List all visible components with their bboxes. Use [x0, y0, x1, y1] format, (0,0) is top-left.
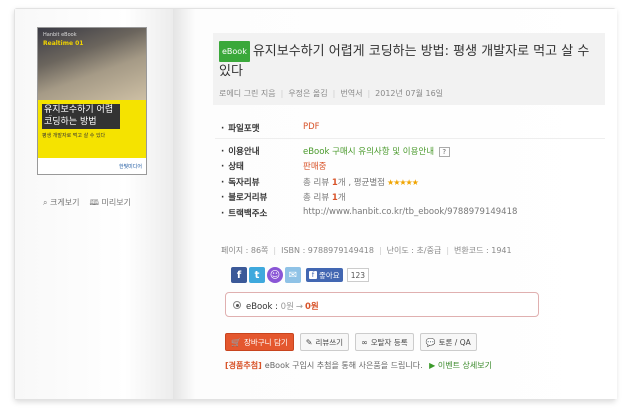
book-specs: 페이지 : 86쪽 | ISBN : 9788979149418 | 난이도 : 초/중… [221, 246, 512, 255]
facebook-f-icon: f [309, 271, 317, 279]
errata-button[interactable]: ∞ 오탈자 등록 [355, 333, 414, 351]
spec-isbn: ISBN : 9788979149418 [281, 246, 374, 255]
file-format-label: 파일포맷 [221, 122, 259, 134]
event-detail-link[interactable]: ▶ 이벤트 상세보기 [429, 361, 492, 370]
cover-series-small: Hanbit eBook [43, 32, 77, 38]
event-text: eBook 구입시 추첨을 통해 사은품을 드립니다. [264, 361, 423, 370]
help-icon[interactable]: ? [438, 146, 450, 157]
row-usage: 이용안내 eBook 구매시 유의사항 및 이용안내 ? [221, 142, 605, 158]
file-format-value: PDF [303, 122, 320, 132]
enlarge-label: 크게보기 [50, 198, 80, 207]
publish-date: 2012년 07월 16일 [375, 89, 444, 98]
me2day-icon[interactable]: ☺ [267, 267, 283, 283]
errata-label: 오탈자 등록 [370, 337, 408, 347]
reader-review-label: 독자리뷰 [221, 176, 259, 188]
book-cover-image[interactable]: Hanbit eBook Realtime 01 유지보수하기 어렵게 코딩하는… [37, 27, 147, 175]
price-option[interactable]: eBook : 0원 → 0원 [225, 292, 539, 317]
facebook-like-button[interactable]: f 좋아요 [306, 268, 343, 282]
event-link-label: 이벤트 상세보기 [437, 361, 492, 370]
divider [215, 137, 605, 139]
spec-pages: 페이지 : 86쪽 [221, 246, 269, 255]
ebook-badge: eBook [219, 41, 250, 62]
info-table: 파일포맷 PDF 이용안내 eBook 구매시 유의사항 및 이용안내 ? 상태… [215, 119, 605, 220]
magnifier-icon: ⌕ [43, 198, 48, 207]
cover-photo [38, 28, 146, 100]
usage-value: eBook 구매시 유의사항 및 이용안내 ? [303, 145, 450, 157]
cover-subtitle: 평생 개발자로 먹고 살 수 있다 [42, 133, 106, 139]
product-meta: 로에디 그린 지음 | 우정은 옮김 | 번역서 | 2012년 07월 16일 [219, 89, 444, 98]
review-label: 리뷰쓰기 [315, 337, 344, 347]
status-label: 상태 [221, 160, 244, 172]
trackback-label: 트랙백주소 [221, 207, 267, 219]
facebook-icon[interactable]: f [231, 267, 247, 283]
enlarge-link[interactable]: ⌕ 크게보기 [43, 197, 79, 211]
like-label: 좋아요 [319, 270, 340, 280]
row-reader-review: 독자리뷰 총 리뷰 1개 , 평균별점★★★★★ [221, 173, 605, 189]
glasses-icon: ∞ [361, 337, 368, 347]
cart-icon: 🛒 [231, 337, 241, 347]
like-count: 123 [346, 268, 370, 282]
cover-series-name: Realtime 01 [43, 40, 84, 47]
event-banner: [경품추첨] eBook 구입시 추첨을 통해 사은품을 드립니다. ▶ 이벤트 … [225, 360, 492, 371]
twitter-icon[interactable]: t [249, 267, 265, 283]
discuss-label: 토론 / QA [438, 337, 471, 347]
play-arrow-icon: ▶ [429, 361, 436, 370]
price-text: eBook : 0원 → 0원 [246, 300, 319, 312]
status-value: 판매중 [303, 162, 327, 172]
row-file-format: 파일포맷 PDF [221, 119, 605, 135]
usage-link[interactable]: eBook 구매시 유의사항 및 이용안내 [303, 147, 434, 157]
price-original: 0원 [280, 302, 294, 312]
blog-review-value[interactable]: 총 리뷰 1개 [303, 191, 346, 203]
price-label: eBook : [246, 302, 278, 312]
book-frame: Hanbit eBook Realtime 01 유지보수하기 어렵게 코딩하는… [14, 8, 617, 400]
trackback-url[interactable]: http://www.hanbit.co.kr/tb_ebook/9788979… [303, 207, 517, 217]
product-title: 유지보수하기 어렵게 코딩하는 방법: 평생 개발자로 먹고 살 수 있다 [219, 44, 590, 79]
price-final: 0원 [305, 302, 319, 312]
blog-review-suffix: 개 [337, 193, 346, 203]
spec-level: 난이도 : 초/중급 [386, 246, 442, 255]
title-box: eBook 유지보수하기 어렵게 코딩하는 방법: 평생 개발자로 먹고 살 수 … [213, 33, 605, 105]
cover-title-line2: 코딩하는 방법 [42, 116, 120, 129]
blog-review-prefix: 총 리뷰 [303, 193, 330, 203]
social-share-bar: f t ☺ ✉ f 좋아요 123 [231, 266, 370, 284]
author[interactable]: 로에디 그린 지음 [219, 89, 276, 98]
price-arrow: → [295, 302, 304, 312]
cart-label: 장바구니 담기 [243, 337, 288, 347]
price-radio[interactable] [233, 301, 241, 309]
add-to-cart-button[interactable]: 🛒 장바구니 담기 [225, 333, 294, 351]
right-page: eBook 유지보수하기 어렵게 코딩하는 방법: 평생 개발자로 먹고 살 수 … [173, 9, 617, 399]
action-buttons: 🛒 장바구니 담기 ✎ 리뷰쓰기 ∞ 오탈자 등록 💬 토론 / QA [225, 333, 477, 351]
speech-bubble-icon: 💬 [425, 337, 436, 347]
star-rating-icon: ★★★★★ [387, 177, 419, 187]
event-tag: [경품추첨] [225, 361, 262, 370]
row-status: 상태 판매중 [221, 157, 605, 173]
left-page: Hanbit eBook Realtime 01 유지보수하기 어렵게 코딩하는… [15, 9, 173, 399]
spec-code: 변환코드 : 1941 [454, 246, 512, 255]
reader-review-value[interactable]: 총 리뷰 1개 , 평균별점 ★★★★★ [303, 176, 419, 188]
cover-links: ⌕ 크게보기 🕮 미리보기 [43, 197, 131, 211]
book-icon: 🕮 [89, 198, 99, 207]
row-trackback: 트랙백주소 http://www.hanbit.co.kr/tb_ebook/9… [221, 204, 605, 220]
blog-review-label: 블로거리뷰 [221, 191, 267, 203]
book-type: 번역서 [340, 89, 363, 98]
discussion-button[interactable]: 💬 토론 / QA [419, 333, 477, 351]
row-blog-review: 블로거리뷰 총 리뷰 1개 [221, 188, 605, 204]
cover-publisher: 한빛미디어 [118, 164, 142, 170]
reader-review-mid: 개 , 평균별점 [337, 177, 386, 188]
product-title-block: eBook 유지보수하기 어렵게 코딩하는 방법: 평생 개발자로 먹고 살 수 … [219, 41, 599, 81]
write-review-button[interactable]: ✎ 리뷰쓰기 [299, 333, 350, 351]
cover-bottom: 한빛미디어 [38, 158, 146, 174]
translator[interactable]: 우정은 옮김 [288, 89, 327, 98]
usage-label: 이용안내 [221, 145, 259, 157]
preview-label: 미리보기 [101, 198, 131, 207]
preview-link[interactable]: 🕮 미리보기 [89, 197, 130, 211]
reader-review-prefix: 총 리뷰 [303, 177, 330, 188]
pencil-icon: ✎ [305, 337, 313, 347]
mail-icon[interactable]: ✉ [285, 267, 301, 283]
